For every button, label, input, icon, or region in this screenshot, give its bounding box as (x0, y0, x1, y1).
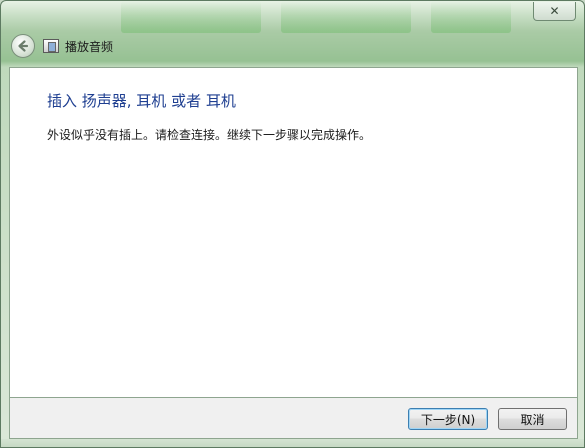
close-button[interactable]: ✕ (533, 2, 576, 21)
page-heading: 插入 扬声器, 耳机 或者 耳机 (47, 92, 236, 110)
glass-decoration (281, 1, 411, 33)
background-strip (1, 439, 584, 447)
instruction-text: 外设似乎没有插上。请检查连接。继续下一步骤以完成操作。 (47, 128, 372, 142)
window-title: 播放音频 (65, 40, 114, 54)
cancel-button[interactable]: 取消 (498, 408, 567, 430)
app-icon (43, 39, 59, 53)
back-button[interactable] (11, 34, 35, 58)
glass-decoration (121, 1, 261, 33)
back-arrow-icon (18, 40, 29, 52)
close-icon: ✕ (549, 4, 560, 18)
button-bar: 下一步(N) 取消 (9, 398, 578, 439)
glass-decoration (431, 1, 511, 33)
next-button[interactable]: 下一步(N) (408, 408, 488, 430)
content-panel: 插入 扬声器, 耳机 或者 耳机 外设似乎没有插上。请检查连接。继续下一步骤以完… (9, 67, 578, 398)
dialog-window: ✕ 播放音频 插入 扬声器, 耳机 或者 耳机 外设似乎没有插上。请检查连接。继… (0, 0, 585, 448)
